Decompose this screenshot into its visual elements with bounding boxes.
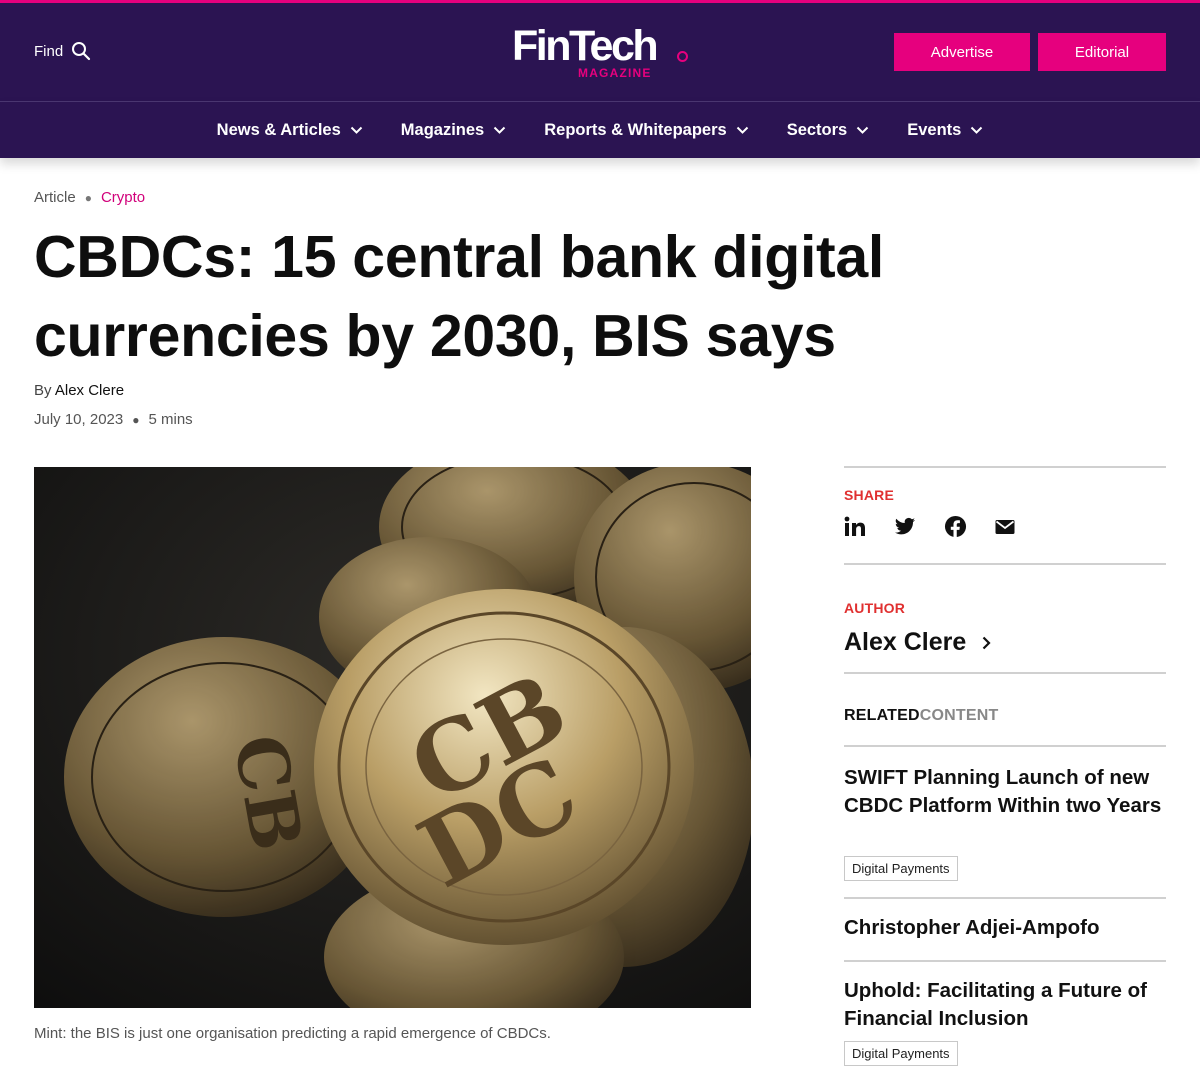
byline-prefix: By	[34, 382, 52, 399]
nav-events[interactable]: Events	[907, 121, 983, 140]
related-item-title[interactable]: Uphold: Facilitating a Future of Financi…	[844, 977, 1166, 1033]
nav-sectors[interactable]: Sectors	[787, 121, 870, 140]
nav-label: Events	[907, 120, 962, 139]
chevron-down-icon	[350, 126, 362, 134]
nav-magazines[interactable]: Magazines	[401, 121, 506, 140]
meta-separator: ●	[132, 412, 140, 427]
share-icon-row	[844, 515, 1043, 543]
related-heading-a: RELATED	[844, 707, 920, 724]
breadcrumb-separator: ●	[84, 190, 92, 205]
chevron-down-icon	[736, 126, 748, 134]
cbdc-coins-illustration: CB DC CB	[34, 467, 751, 1008]
nav-label: News & Articles	[216, 120, 341, 139]
related-item-tag[interactable]: Digital Payments	[844, 1041, 958, 1066]
related-item-title[interactable]: Christopher Adjei-Ampofo	[844, 914, 1166, 942]
twitter-icon[interactable]	[894, 517, 916, 542]
sidebar-divider	[844, 672, 1166, 674]
nav-label: Reports & Whitepapers	[544, 120, 727, 139]
read-time: 5 mins	[148, 411, 193, 428]
find-button[interactable]: Find	[34, 41, 91, 61]
fintech-magazine-logo[interactable]: FinTech MAGAZINE	[512, 23, 692, 85]
related-item-tag[interactable]: Digital Payments	[844, 856, 958, 881]
nav-label: Sectors	[786, 120, 848, 139]
sidebar-divider	[844, 897, 1166, 899]
chevron-down-icon	[857, 126, 869, 134]
publish-date: July 10, 2023	[34, 411, 124, 428]
related-content-heading: RELATEDCONTENT	[844, 707, 999, 725]
image-caption: Mint: the BIS is just one organisation p…	[34, 1025, 551, 1042]
logo-wordmark: FinTech	[512, 22, 659, 70]
site-header: Find FinTech MAGAZINE Advertise Editoria…	[0, 3, 1200, 101]
breadcrumb-type[interactable]: Article	[34, 189, 76, 206]
hero-image: CB DC CB	[34, 467, 751, 1008]
logo-dot	[677, 51, 688, 62]
author-label: AUTHOR	[844, 600, 906, 616]
editorial-button[interactable]: Editorial	[1038, 33, 1166, 71]
breadcrumb-category[interactable]: Crypto	[101, 189, 145, 206]
nav-label: Magazines	[400, 120, 485, 139]
byline-author-link[interactable]: Alex Clere	[55, 382, 124, 399]
email-icon[interactable]	[995, 519, 1015, 540]
advertise-button[interactable]: Advertise	[894, 33, 1030, 71]
search-icon	[71, 41, 91, 61]
related-heading-b: CONTENT	[919, 707, 999, 724]
main-nav: News & Articles Magazines Reports & Whit…	[0, 101, 1200, 158]
sidebar-divider	[844, 563, 1166, 565]
share-label: SHARE	[844, 487, 895, 503]
find-label: Find	[34, 42, 64, 60]
breadcrumb: Article ● Crypto	[34, 189, 145, 206]
author-name: Alex Clere	[844, 628, 967, 656]
chevron-right-icon	[983, 636, 991, 649]
chevron-down-icon	[494, 126, 506, 134]
sidebar-divider	[844, 745, 1166, 747]
nav-news-articles[interactable]: News & Articles	[217, 121, 363, 140]
chevron-down-icon	[971, 126, 983, 134]
sidebar-divider	[844, 960, 1166, 962]
facebook-icon[interactable]	[944, 515, 967, 543]
article-title: CBDCs: 15 central bank digital currencie…	[34, 224, 884, 369]
author-link[interactable]: Alex Clere	[844, 628, 991, 657]
byline: By Alex Clere	[34, 382, 124, 399]
nav-reports-whitepapers[interactable]: Reports & Whitepapers	[544, 121, 748, 140]
related-item-title[interactable]: SWIFT Planning Launch of new CBDC Platfo…	[844, 764, 1166, 820]
linkedin-icon[interactable]	[844, 516, 866, 543]
logo-subtitle: MAGAZINE	[578, 66, 652, 80]
sidebar-divider	[844, 466, 1166, 468]
article-meta: July 10, 2023 ● 5 mins	[34, 411, 193, 428]
